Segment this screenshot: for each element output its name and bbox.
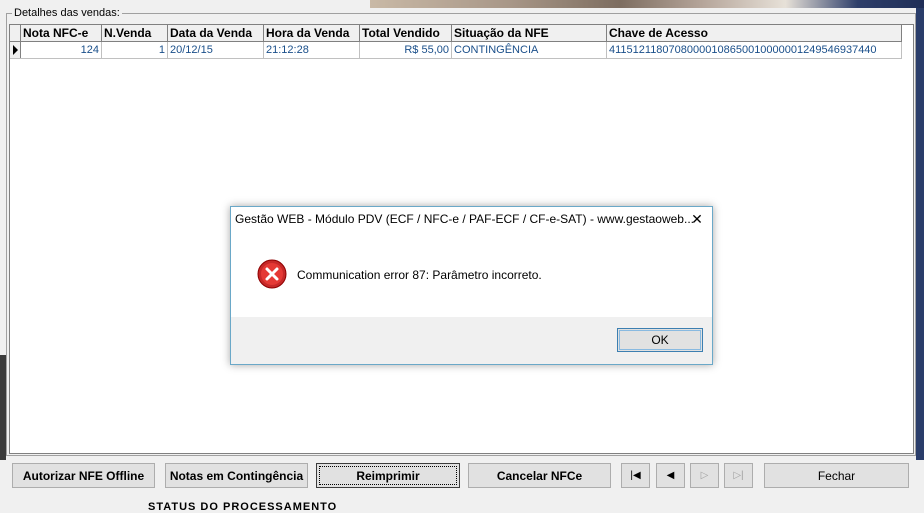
cell-data[interactable]: 20/12/15: [167, 41, 264, 59]
cell-situacao[interactable]: CONTINGÊNCIA: [451, 41, 607, 59]
close-icon: ✕: [691, 210, 703, 227]
authorize-offline-button[interactable]: Autorizar NFE Offline: [12, 463, 155, 488]
dialog-close-button[interactable]: ✕: [688, 210, 706, 228]
dialog-message: Communication error 87: Parâmetro incorr…: [297, 268, 542, 282]
group-caption: Detalhes das vendas:: [12, 7, 122, 19]
error-icon: [257, 259, 287, 289]
row-pointer-icon: [13, 45, 18, 55]
prior-record-button[interactable]: ◀: [656, 463, 685, 488]
cell-nvenda[interactable]: 1: [101, 41, 168, 59]
first-record-button[interactable]: |◀: [621, 463, 650, 488]
table-row[interactable]: 124 1 20/12/15 21:12:28 R$ 55,00 CONTING…: [10, 41, 902, 59]
next-record-button[interactable]: ▷: [690, 463, 719, 488]
error-dialog: Gestão WEB - Módulo PDV (ECF / NFC-e / P…: [230, 206, 713, 365]
col-header-nvenda[interactable]: N.Venda: [101, 25, 168, 42]
cell-nota[interactable]: 124: [20, 41, 102, 59]
dialog-title: Gestão WEB - Módulo PDV (ECF / NFC-e / P…: [235, 212, 694, 226]
col-header-nota[interactable]: Nota NFC-e: [20, 25, 102, 42]
last-record-button[interactable]: ▷|: [724, 463, 753, 488]
background-photo: [370, 0, 924, 8]
status-label: STATUS DO PROCESSAMENTO: [148, 501, 338, 513]
prior-record-icon: ◀: [666, 470, 675, 481]
contingency-notes-button[interactable]: Notas em Contingência: [165, 463, 308, 488]
row-pointer-cell: [10, 41, 21, 59]
next-record-icon: ▷: [700, 470, 709, 481]
reprint-button[interactable]: Reimprimir: [316, 463, 460, 488]
col-header-situacao[interactable]: Situação da NFE: [451, 25, 607, 42]
sales-table: Nota NFC-e N.Venda Data da Venda Hora da…: [10, 25, 902, 59]
col-header-chave[interactable]: Chave de Acesso: [606, 25, 902, 42]
col-header-data[interactable]: Data da Venda: [167, 25, 264, 42]
ok-button[interactable]: OK: [617, 328, 703, 352]
close-button[interactable]: Fechar: [764, 463, 909, 488]
first-record-icon: |◀: [630, 470, 641, 481]
row-indicator-header: [10, 25, 21, 42]
cell-hora[interactable]: 21:12:28: [263, 41, 360, 59]
cell-chave[interactable]: 4115121180708000010865001000000124954693…: [606, 41, 902, 59]
col-header-hora[interactable]: Hora da Venda: [263, 25, 360, 42]
cell-total[interactable]: R$ 55,00: [359, 41, 452, 59]
col-header-total[interactable]: Total Vendido: [359, 25, 452, 42]
cancel-nfce-button[interactable]: Cancelar NFCe: [468, 463, 611, 488]
last-record-icon: ▷|: [733, 470, 744, 481]
table-header-row: Nota NFC-e N.Venda Data da Venda Hora da…: [10, 25, 902, 42]
dialog-footer: OK: [231, 317, 712, 364]
background-edge-right: [916, 8, 924, 460]
